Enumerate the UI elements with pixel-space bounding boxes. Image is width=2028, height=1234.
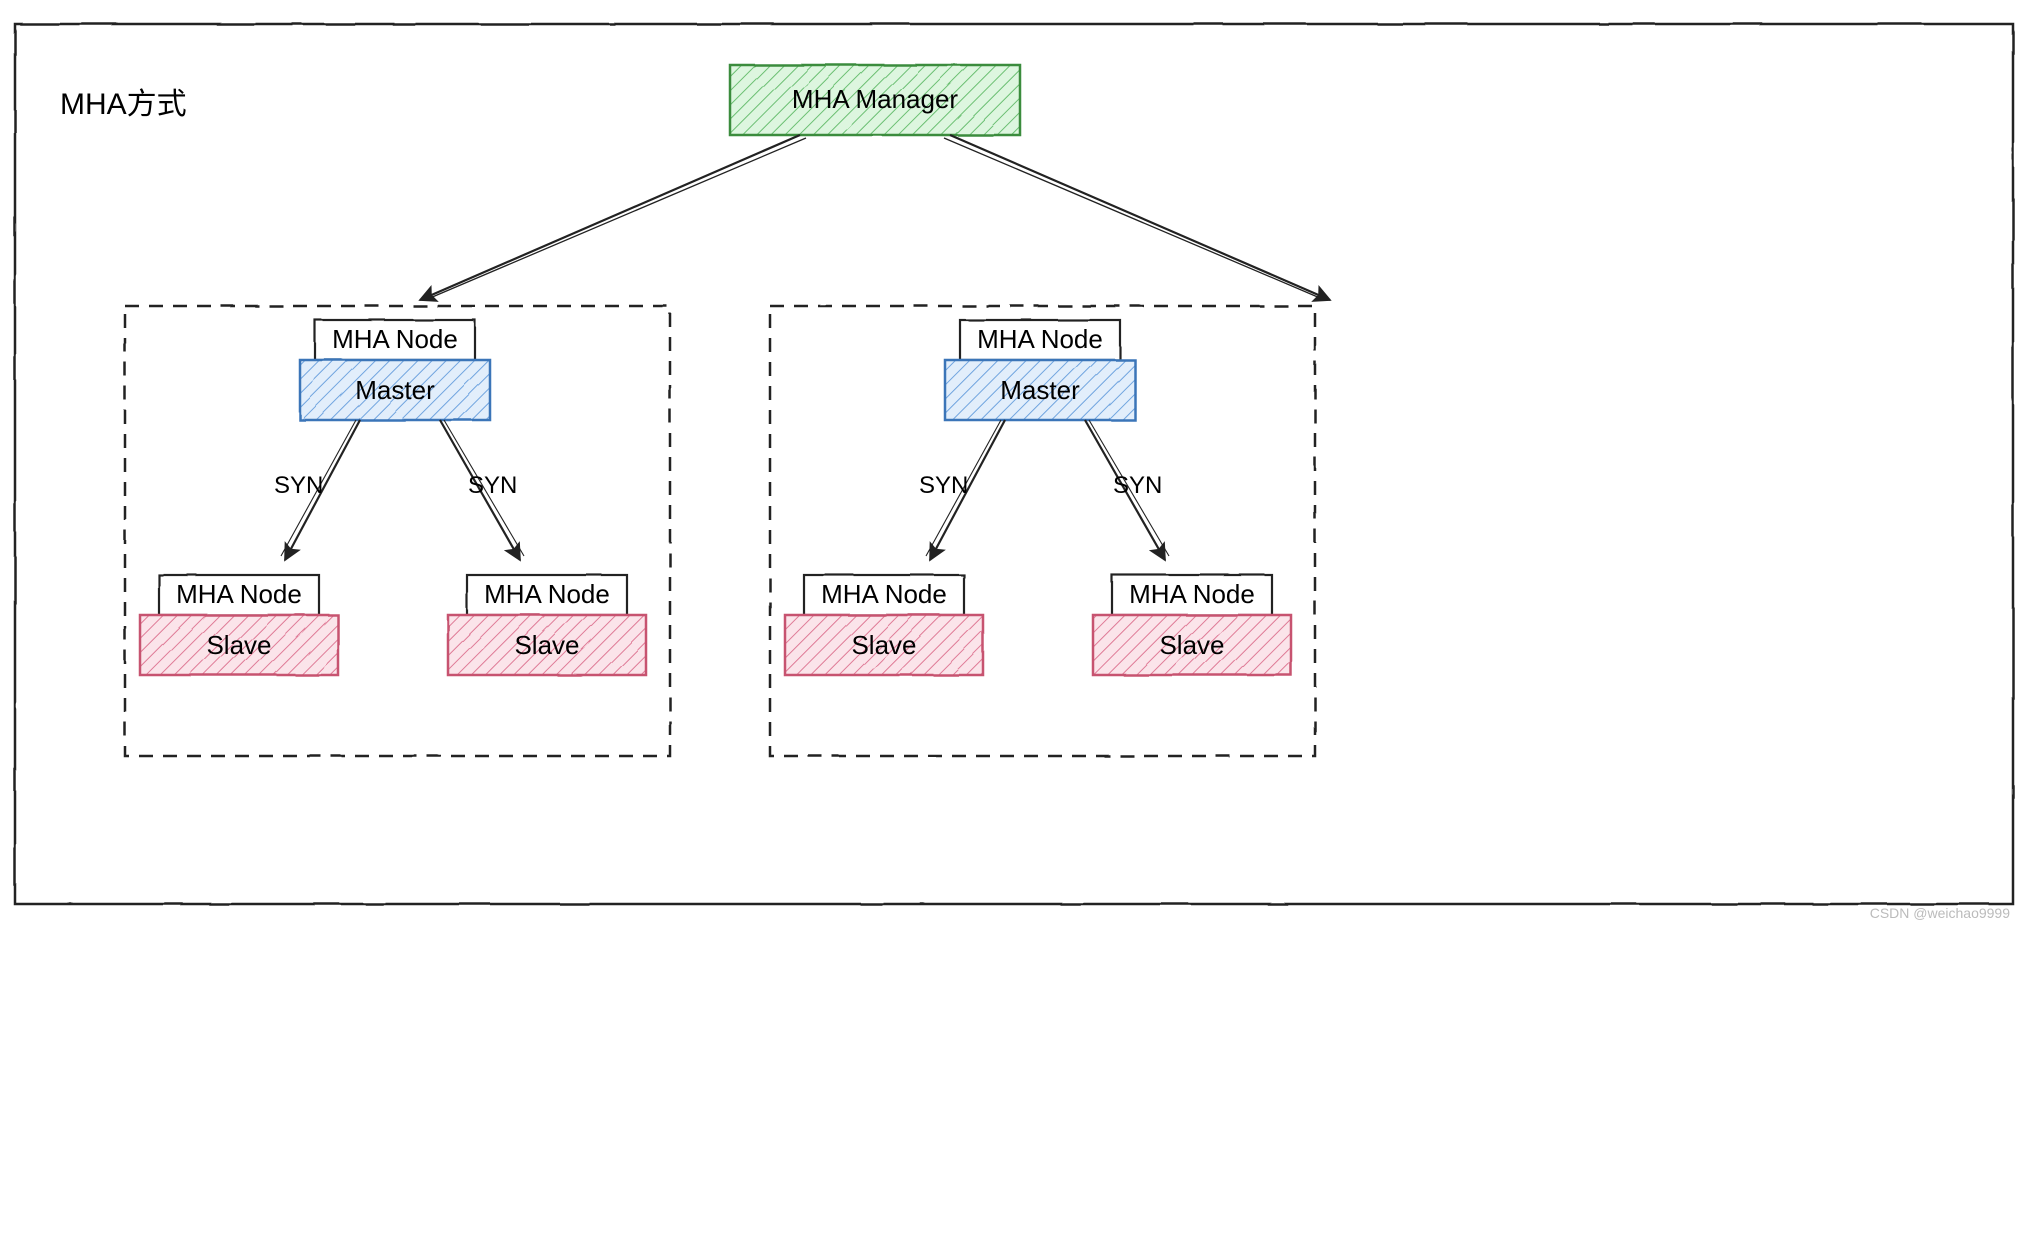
watermark: CSDN @weichao9999	[1870, 905, 2010, 921]
arrow-manager-left-dbl	[430, 138, 806, 298]
arrow-manager-left	[420, 135, 800, 300]
cluster-1-master-nodelabel: MHA Node	[977, 324, 1103, 354]
outer-border	[15, 24, 2013, 904]
cluster-1-syn-right: SYN	[1113, 472, 1162, 499]
cluster-0-master-nodelabel: MHA Node	[332, 324, 458, 354]
cluster-0-slave-right-label: Slave	[514, 630, 579, 660]
cluster-0-syn-right: SYN	[468, 472, 517, 499]
cluster-0-syn-left: SYN	[274, 472, 323, 499]
arrow-manager-right-dbl	[944, 138, 1320, 298]
cluster-0-slave-right-nodelabel: MHA Node	[484, 579, 610, 609]
cluster-0-master-label: Master	[355, 375, 435, 405]
cluster-1-slave-left-nodelabel: MHA Node	[821, 579, 947, 609]
cluster-1-slave-right-label: Slave	[1159, 630, 1224, 660]
mha-manager-label: MHA Manager	[792, 84, 959, 114]
cluster-0-slave-left-nodelabel: MHA Node	[176, 579, 302, 609]
arrow-manager-right	[950, 135, 1330, 300]
diagram-title: MHA方式	[60, 88, 187, 121]
cluster-0-slave-left-label: Slave	[206, 630, 271, 660]
cluster-1-master-label: Master	[1000, 375, 1080, 405]
cluster-1-slave-right-nodelabel: MHA Node	[1129, 579, 1255, 609]
diagram-canvas: MHA方式 MHA Manager MHA Node Master SYN SY…	[0, 0, 2028, 1234]
cluster-1-slave-left-label: Slave	[851, 630, 916, 660]
cluster-1-syn-left: SYN	[919, 472, 968, 499]
